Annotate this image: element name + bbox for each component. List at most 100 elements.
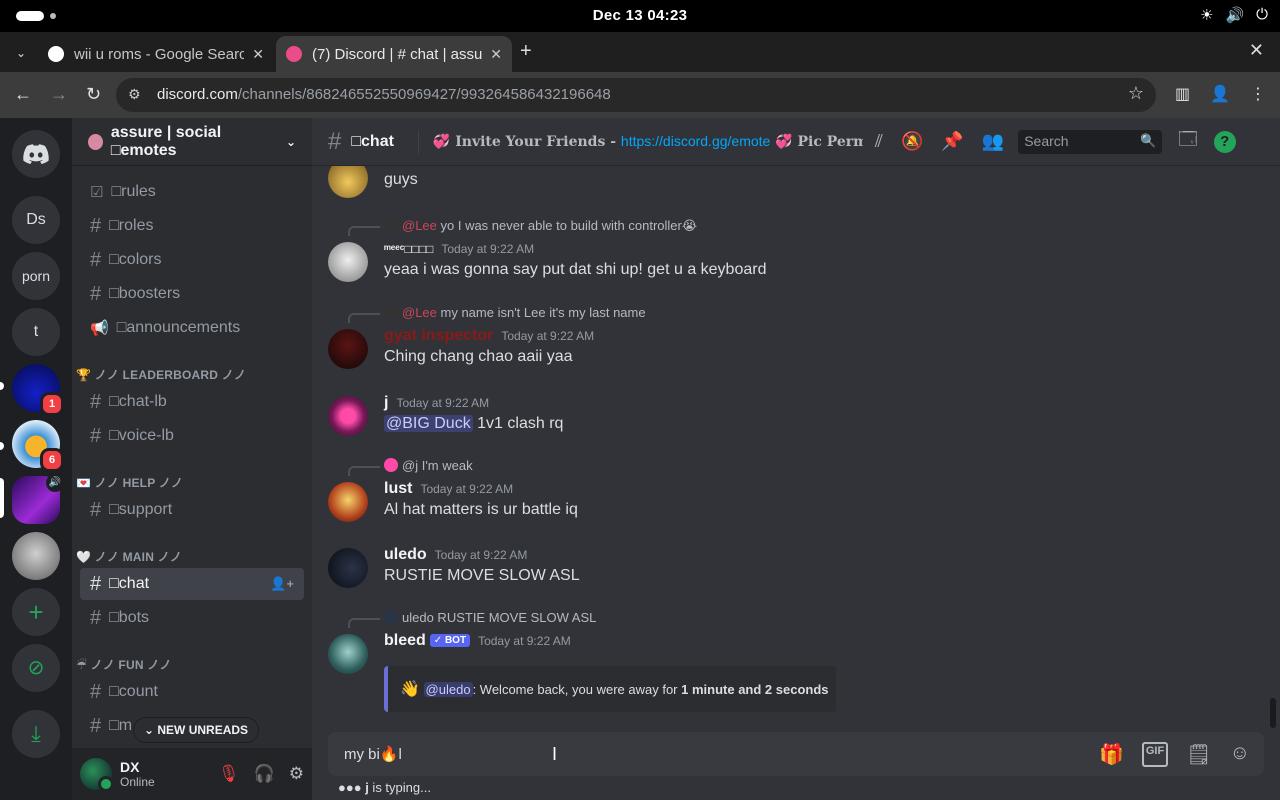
bookmark-star-icon[interactable]: ☆	[1128, 83, 1144, 104]
message-scrollbar[interactable]	[1270, 698, 1276, 728]
close-icon[interactable]: ✕	[490, 46, 502, 63]
reply-spine	[348, 466, 380, 476]
guild-blue[interactable]: 1	[12, 364, 64, 416]
sticker-icon[interactable]: 🗒	[1186, 742, 1211, 767]
author-name[interactable]: lust	[384, 480, 412, 497]
guild-t[interactable]: t	[12, 308, 60, 356]
channel-support[interactable]: # □support	[80, 494, 304, 526]
url-field[interactable]: ⚙ discord.com/channels/86824655255096942…	[116, 78, 1156, 112]
gif-button[interactable]: GIF	[1141, 742, 1169, 767]
guild-wolf[interactable]	[12, 532, 60, 580]
system-tray[interactable]: ☀ 🔊 ⏻	[1200, 6, 1268, 24]
message-input[interactable]: my bi🔥l I 🎁 GIF 🗒 ☺	[328, 732, 1264, 776]
new-unreads-button[interactable]: ⌄ NEW UNREADS	[134, 718, 259, 742]
new-tab-button[interactable]: +	[520, 40, 532, 63]
author-name[interactable]: ᵐᵉᵉᶜ□□□□	[384, 242, 433, 256]
user-mention[interactable]: @BIG Duck	[384, 415, 473, 432]
window-close-button[interactable]: ✕	[1249, 40, 1264, 61]
message[interactable]: j Today at 9:22 AM @BIG Duck 1v1 clash rq	[328, 394, 1248, 440]
site-info-icon[interactable]: ⚙	[128, 86, 141, 103]
server-name: assure | social □emotes	[110, 123, 222, 159]
help-icon[interactable]: ?	[1213, 130, 1236, 153]
tab-title: (7) Discord | # chat | assure | social	[312, 45, 483, 63]
channel-rules[interactable]: ☑ □rules	[80, 176, 304, 208]
channel-bots[interactable]: # □bots	[80, 602, 304, 634]
search-input[interactable]: Search 🔍	[1018, 129, 1163, 154]
settings-gear-icon[interactable]: ⚙	[289, 764, 304, 784]
profile-icon[interactable]: 👤	[1210, 84, 1230, 104]
channel-topic[interactable]: 💞 Invite Your Friends - https://discord.…	[433, 133, 863, 150]
category-main[interactable]: 🤍 ノノ MAIN ノノ	[76, 548, 182, 565]
guild-porn[interactable]: porn	[12, 252, 60, 300]
tab-google-search[interactable]: wii u roms - Google Search ✕	[38, 36, 274, 72]
back-icon[interactable]: ←	[14, 84, 32, 105]
reply-preview[interactable]: @j I'm weak	[384, 458, 473, 473]
pinned-messages-icon[interactable]: 📌	[941, 131, 963, 152]
avatar[interactable]	[328, 634, 368, 674]
category-leaderboard[interactable]: 🏆 ノノ LEADERBOARD ノノ	[76, 366, 246, 383]
invite-link[interactable]: https://discord.gg/emote	[621, 133, 770, 149]
channel-announcements[interactable]: 📢 □announcements	[80, 312, 304, 344]
notification-bell-muted-icon[interactable]: 🔕	[901, 131, 923, 152]
tab-search-button[interactable]: ⌄	[10, 42, 32, 64]
channel-colors[interactable]: # □colors	[80, 244, 304, 276]
emoji-icon[interactable]: ☺	[1230, 742, 1250, 767]
browser-menu-icon[interactable]: ⋮	[1250, 84, 1266, 104]
threads-icon[interactable]: ⫽	[875, 131, 883, 152]
channel-roles[interactable]: # □roles	[80, 210, 304, 242]
inbox-icon[interactable]: 🗔	[1178, 127, 1198, 157]
message[interactable]: uledo RUSTIE MOVE SLOW ASL bleed ✓ BOT Tod…	[328, 610, 1248, 720]
tab-discord[interactable]: (7) Discord | # chat | assure | social ✕	[276, 36, 512, 72]
avatar[interactable]	[328, 548, 368, 588]
reply-preview[interactable]: uledo RUSTIE MOVE SLOW ASL	[384, 610, 596, 625]
message-text: @BIG Duck 1v1 clash rq	[384, 415, 564, 432]
download-apps-icon[interactable]: ⤓	[12, 710, 60, 758]
member-list-icon[interactable]: 👥	[982, 131, 1004, 152]
discover-compass-icon[interactable]: ⊘	[12, 644, 60, 692]
channel-boosters[interactable]: # □boosters	[80, 278, 304, 310]
discord-home-button[interactable]	[12, 130, 60, 178]
author-name[interactable]: uledo	[384, 546, 427, 563]
add-server-button[interactable]: +	[12, 588, 60, 636]
invite-user-icon[interactable]: 👤+	[270, 576, 294, 592]
category-fun[interactable]: ☔ ノノ FUN ノノ	[76, 656, 172, 673]
gift-icon[interactable]: 🎁	[1099, 742, 1124, 767]
system-clock[interactable]: Dec 13 04:23	[0, 7, 1280, 24]
server-header[interactable]: assure | social □emotes ⌄	[72, 118, 312, 166]
guild-ds[interactable]: Ds	[12, 196, 60, 244]
avatar[interactable]	[328, 329, 368, 369]
message[interactable]: @Lee yo I was never able to build with c…	[328, 218, 1248, 288]
close-icon[interactable]: ✕	[252, 46, 264, 63]
avatar[interactable]	[328, 482, 368, 522]
channel-voice-lb[interactable]: # □voice-lb	[80, 420, 304, 452]
side-panel-icon[interactable]: ▥	[1175, 84, 1190, 104]
avatar[interactable]	[328, 396, 368, 436]
hash-icon: #	[90, 680, 102, 703]
message[interactable]: @Lee my name isn't Lee it's my last name…	[328, 305, 1248, 375]
reply-preview[interactable]: @Lee yo I was never able to build with c…	[384, 218, 697, 234]
avatar[interactable]	[80, 758, 114, 792]
author-name[interactable]: bleed	[384, 632, 426, 649]
category-help[interactable]: 💌 ノノ HELP ノノ	[76, 474, 183, 491]
guild-duck[interactable]: 6	[12, 420, 64, 472]
reload-icon[interactable]: ↻	[86, 84, 101, 105]
author-name[interactable]: gyat inspector	[384, 327, 493, 344]
hash-icon: #	[90, 606, 102, 629]
message[interactable]: guys	[328, 166, 1248, 198]
discord-app: Ds porn t 1 6 🔊 + ⊘ ⤓ assure | social □e…	[0, 118, 1280, 800]
channel-chat-lb[interactable]: # □chat-lb	[80, 386, 304, 418]
message[interactable]: uledo Today at 9:22 AM RUSTIE MOVE SLOW A…	[328, 546, 1248, 592]
message-text: RUSTIE MOVE SLOW ASL	[384, 567, 580, 584]
headphones-icon[interactable]: 🎧	[254, 764, 275, 784]
guild-assure[interactable]: 🔊	[12, 474, 64, 524]
channel-count[interactable]: # □count	[80, 676, 304, 708]
mic-muted-icon[interactable]: 🎙	[218, 764, 240, 784]
message[interactable]: @j I'm weak lust Today at 9:22 AM Al hat …	[328, 458, 1248, 528]
user-mention[interactable]: @uledo	[423, 682, 473, 697]
avatar[interactable]	[328, 166, 368, 198]
author-name[interactable]: j	[384, 394, 388, 411]
reply-preview[interactable]: @Lee my name isn't Lee it's my last name	[384, 305, 646, 320]
channel-chat[interactable]: # □chat 👤+	[80, 568, 304, 600]
forward-icon[interactable]: →	[50, 84, 68, 105]
avatar[interactable]	[328, 242, 368, 282]
